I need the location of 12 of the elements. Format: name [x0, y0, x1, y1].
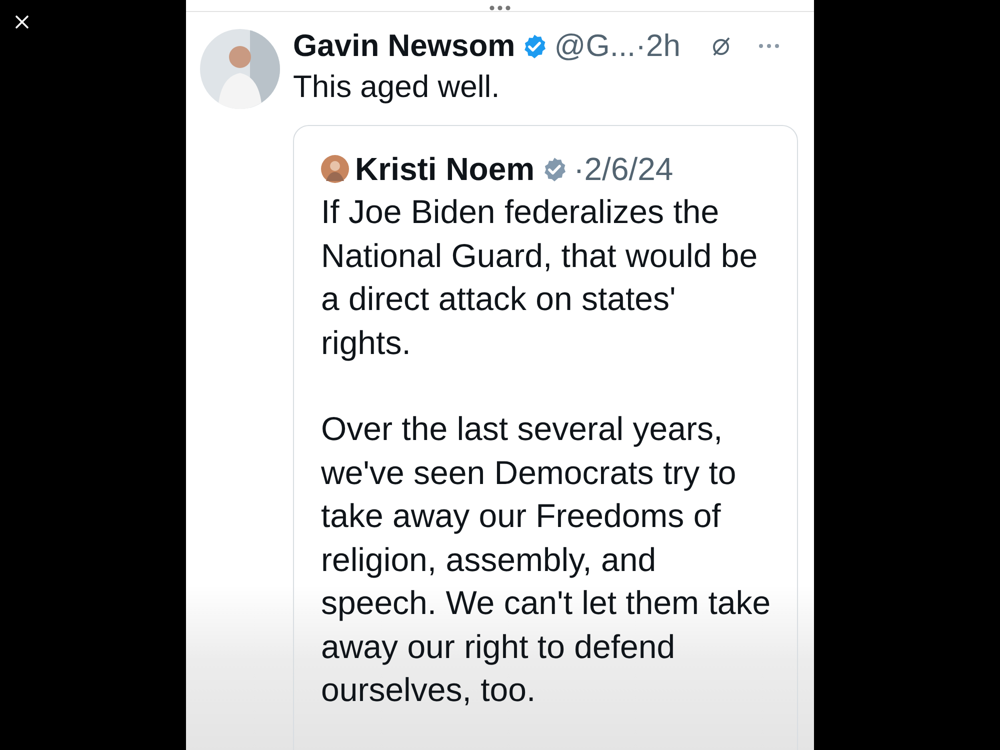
quoted-tweet-card[interactable] [293, 125, 798, 750]
quoted-tweet-text: If Joe Biden federalizes the National Guard, that would be a direct attack on states' rights. [321, 192, 759, 363]
more-icon[interactable] [758, 43, 780, 49]
slashed-circle-icon[interactable] [710, 35, 732, 57]
handle-icon[interactable] [489, 5, 511, 11]
post-date: ·2/6/24 [574, 150, 674, 188]
tweet-text: This aged well. [293, 69, 501, 105]
author-name[interactable]: Gavin Newsom [293, 28, 516, 64]
handle-and-time: @G...·2h [554, 28, 680, 64]
quoted-tweet-text: Over the last several years, we've seen Democrats try to take away our Freedoms of religion, assembly, and speech. We can't let them take away our right to defend ourselves, too. [321, 409, 771, 710]
author-name[interactable]: Kristi Noem [355, 150, 535, 188]
avatar [321, 155, 349, 183]
